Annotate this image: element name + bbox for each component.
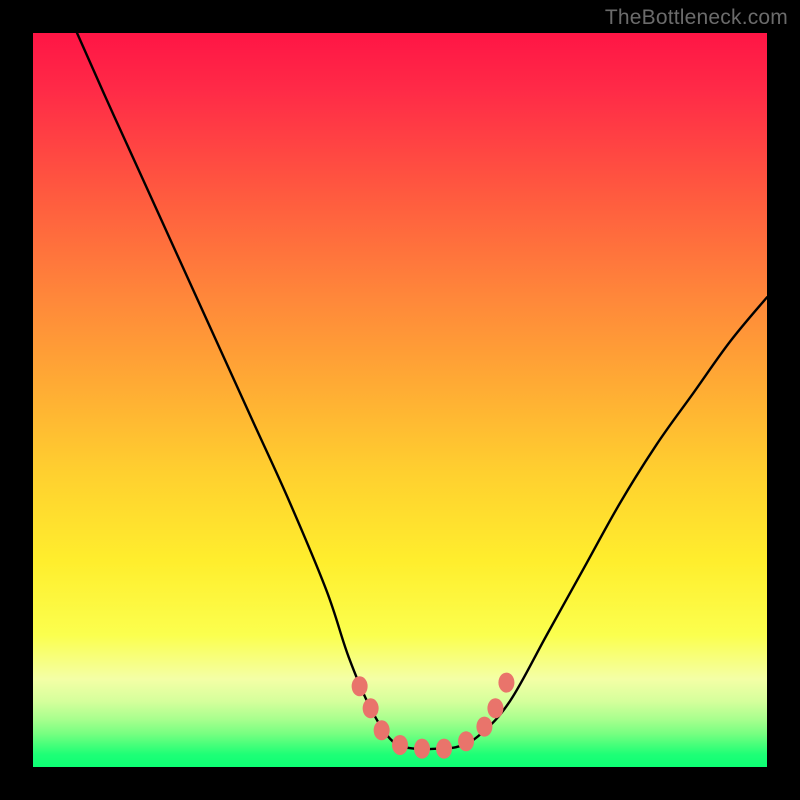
curve-marker (487, 698, 503, 718)
curve-marker (392, 735, 408, 755)
curve-marker (414, 739, 430, 759)
curve-marker (476, 717, 492, 737)
curve-marker (458, 731, 474, 751)
bottleneck-curve-path (77, 33, 767, 749)
watermark-label: TheBottleneck.com (605, 6, 788, 30)
bottleneck-curve-svg (33, 33, 767, 767)
curve-marker (363, 698, 379, 718)
curve-markers (352, 673, 515, 759)
curve-marker (498, 673, 514, 693)
chart-stage: TheBottleneck.com (0, 0, 800, 800)
chart-plot-area (33, 33, 767, 767)
curve-marker (436, 739, 452, 759)
curve-marker (374, 720, 390, 740)
curve-marker (352, 676, 368, 696)
